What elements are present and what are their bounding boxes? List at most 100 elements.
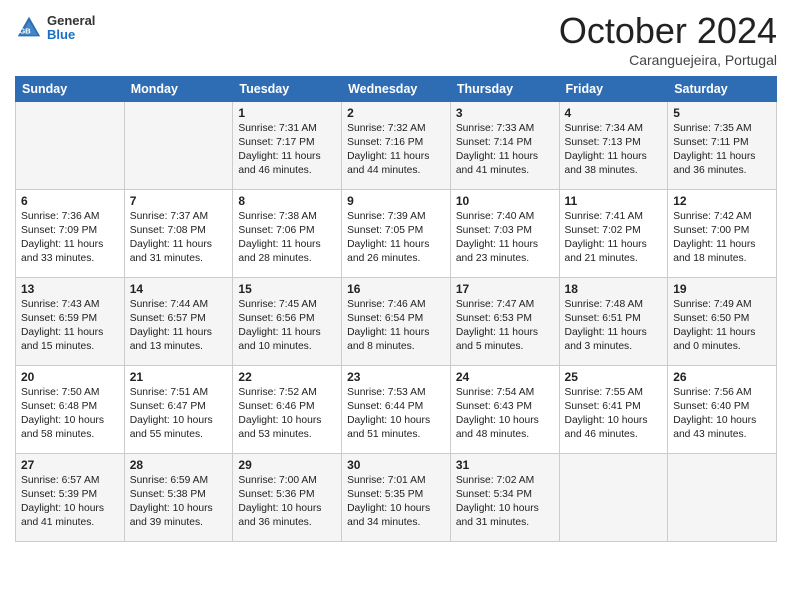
day-detail: Sunrise: 7:00 AMSunset: 5:36 PMDaylight:…	[238, 474, 336, 530]
calendar-cell: 9Sunrise: 7:39 AMSunset: 7:05 PMDaylight…	[342, 190, 451, 278]
day-number: 18	[565, 282, 663, 296]
calendar-cell: 12Sunrise: 7:42 AMSunset: 7:00 PMDayligh…	[668, 190, 777, 278]
calendar-cell: 8 Sunrise: 7:38 AMSunset: 7:06 PMDaylight…	[233, 190, 342, 278]
day-number: 5	[673, 106, 771, 120]
calendar-cell: 21 Sunrise: 7:51 AMSunset: 6:47 PMDayligh…	[124, 366, 233, 454]
col-thursday: Thursday	[450, 77, 559, 102]
calendar-page: GB General Blue October 2024 Caranguejei…	[0, 0, 792, 612]
calendar-week-4: 20 Sunrise: 7:50 AMSunset: 6:48 PMDayligh…	[16, 366, 777, 454]
calendar-cell: 10Sunrise: 7:40 AMSunset: 7:03 PMDayligh…	[450, 190, 559, 278]
day-detail: Sunrise: 6:59 AMSunset: 5:38 PMDaylight:…	[130, 474, 228, 530]
month-title: October 2024	[559, 10, 777, 52]
day-detail: Sunrise: 7:43 AMSunset: 6:59 PMDaylight:…	[21, 298, 119, 354]
header-row: Sunday Monday Tuesday Wednesday Thursday…	[16, 77, 777, 102]
calendar-cell: 14 Sunrise: 7:44 AMSunset: 6:57 PMDayligh…	[124, 278, 233, 366]
calendar-cell: 31 Sunrise: 7:02 AMSunset: 5:34 PMDayligh…	[450, 454, 559, 542]
calendar-cell: 28Sunrise: 6:59 AMSunset: 5:38 PMDayligh…	[124, 454, 233, 542]
day-number: 22	[238, 370, 336, 384]
calendar-cell: 18 Sunrise: 7:48 AMSunset: 6:51 PMDayligh…	[559, 278, 668, 366]
day-number: 1	[238, 106, 336, 120]
day-detail: Sunrise: 7:51 AMSunset: 6:47 PMDaylight:…	[130, 386, 228, 442]
day-number: 16	[347, 282, 445, 296]
day-detail: Sunrise: 7:44 AMSunset: 6:57 PMDaylight:…	[130, 298, 228, 354]
day-number: 15	[238, 282, 336, 296]
day-detail: Sunrise: 7:37 AMSunset: 7:08 PMDaylight:…	[130, 210, 228, 266]
day-number: 25	[565, 370, 663, 384]
col-friday: Friday	[559, 77, 668, 102]
logo-blue: Blue	[47, 28, 95, 42]
day-number: 14	[130, 282, 228, 296]
location-subtitle: Caranguejeira, Portugal	[559, 52, 777, 68]
calendar-cell: 5Sunrise: 7:35 AMSunset: 7:11 PMDaylight…	[668, 102, 777, 190]
day-detail: Sunrise: 7:38 AMSunset: 7:06 PMDaylight:…	[238, 210, 336, 266]
logo: GB General Blue	[15, 14, 95, 43]
calendar-week-2: 6Sunrise: 7:36 AMSunset: 7:09 PMDaylight…	[16, 190, 777, 278]
calendar-cell	[559, 454, 668, 542]
calendar-cell: 29 Sunrise: 7:00 AMSunset: 5:36 PMDayligh…	[233, 454, 342, 542]
day-number: 8	[238, 194, 336, 208]
header: GB General Blue October 2024 Caranguejei…	[15, 10, 777, 68]
title-section: October 2024 Caranguejeira, Portugal	[559, 10, 777, 68]
calendar-cell	[16, 102, 125, 190]
day-number: 2	[347, 106, 445, 120]
day-detail: Sunrise: 7:46 AMSunset: 6:54 PMDaylight:…	[347, 298, 445, 354]
calendar-cell	[124, 102, 233, 190]
col-wednesday: Wednesday	[342, 77, 451, 102]
calendar-cell: 17Sunrise: 7:47 AMSunset: 6:53 PMDayligh…	[450, 278, 559, 366]
day-detail: Sunrise: 7:31 AMSunset: 7:17 PMDaylight:…	[238, 122, 336, 178]
day-number: 20	[21, 370, 119, 384]
day-detail: Sunrise: 7:02 AMSunset: 5:34 PMDaylight:…	[456, 474, 554, 530]
day-number: 3	[456, 106, 554, 120]
day-number: 21	[130, 370, 228, 384]
day-number: 13	[21, 282, 119, 296]
day-number: 29	[238, 458, 336, 472]
day-number: 31	[456, 458, 554, 472]
calendar-cell: 4Sunrise: 7:34 AMSunset: 7:13 PMDaylight…	[559, 102, 668, 190]
logo-icon: GB	[15, 14, 43, 42]
day-number: 23	[347, 370, 445, 384]
day-detail: Sunrise: 7:49 AMSunset: 6:50 PMDaylight:…	[673, 298, 771, 354]
calendar-cell: 15 Sunrise: 7:45 AMSunset: 6:56 PMDayligh…	[233, 278, 342, 366]
day-detail: Sunrise: 7:53 AMSunset: 6:44 PMDaylight:…	[347, 386, 445, 442]
day-detail: Sunrise: 7:54 AMSunset: 6:43 PMDaylight:…	[456, 386, 554, 442]
calendar-cell: 16 Sunrise: 7:46 AMSunset: 6:54 PMDayligh…	[342, 278, 451, 366]
day-detail: Sunrise: 7:33 AMSunset: 7:14 PMDaylight:…	[456, 122, 554, 178]
calendar-cell: 3 Sunrise: 7:33 AMSunset: 7:14 PMDaylight…	[450, 102, 559, 190]
day-detail: Sunrise: 7:55 AMSunset: 6:41 PMDaylight:…	[565, 386, 663, 442]
calendar-table: Sunday Monday Tuesday Wednesday Thursday…	[15, 76, 777, 542]
day-detail: Sunrise: 7:48 AMSunset: 6:51 PMDaylight:…	[565, 298, 663, 354]
day-detail: Sunrise: 7:56 AMSunset: 6:40 PMDaylight:…	[673, 386, 771, 442]
calendar-cell: 22 Sunrise: 7:52 AMSunset: 6:46 PMDayligh…	[233, 366, 342, 454]
day-number: 7	[130, 194, 228, 208]
col-tuesday: Tuesday	[233, 77, 342, 102]
calendar-week-5: 27Sunrise: 6:57 AMSunset: 5:39 PMDayligh…	[16, 454, 777, 542]
svg-text:GB: GB	[19, 27, 31, 36]
day-detail: Sunrise: 7:52 AMSunset: 6:46 PMDaylight:…	[238, 386, 336, 442]
day-number: 11	[565, 194, 663, 208]
day-number: 30	[347, 458, 445, 472]
col-sunday: Sunday	[16, 77, 125, 102]
calendar-week-1: 1 Sunrise: 7:31 AMSunset: 7:17 PMDaylight…	[16, 102, 777, 190]
day-detail: Sunrise: 7:32 AMSunset: 7:16 PMDaylight:…	[347, 122, 445, 178]
calendar-cell: 20 Sunrise: 7:50 AMSunset: 6:48 PMDayligh…	[16, 366, 125, 454]
calendar-cell	[668, 454, 777, 542]
calendar-cell: 19Sunrise: 7:49 AMSunset: 6:50 PMDayligh…	[668, 278, 777, 366]
calendar-cell: 2 Sunrise: 7:32 AMSunset: 7:16 PMDaylight…	[342, 102, 451, 190]
calendar-cell: 27Sunrise: 6:57 AMSunset: 5:39 PMDayligh…	[16, 454, 125, 542]
calendar-cell: 26Sunrise: 7:56 AMSunset: 6:40 PMDayligh…	[668, 366, 777, 454]
day-detail: Sunrise: 7:34 AMSunset: 7:13 PMDaylight:…	[565, 122, 663, 178]
logo-general: General	[47, 14, 95, 28]
day-detail: Sunrise: 7:50 AMSunset: 6:48 PMDaylight:…	[21, 386, 119, 442]
day-number: 24	[456, 370, 554, 384]
day-detail: Sunrise: 6:57 AMSunset: 5:39 PMDaylight:…	[21, 474, 119, 530]
col-saturday: Saturday	[668, 77, 777, 102]
calendar-cell: 24 Sunrise: 7:54 AMSunset: 6:43 PMDayligh…	[450, 366, 559, 454]
day-detail: Sunrise: 7:01 AMSunset: 5:35 PMDaylight:…	[347, 474, 445, 530]
calendar-cell: 30 Sunrise: 7:01 AMSunset: 5:35 PMDayligh…	[342, 454, 451, 542]
day-detail: Sunrise: 7:47 AMSunset: 6:53 PMDaylight:…	[456, 298, 554, 354]
calendar-cell: 6Sunrise: 7:36 AMSunset: 7:09 PMDaylight…	[16, 190, 125, 278]
day-detail: Sunrise: 7:45 AMSunset: 6:56 PMDaylight:…	[238, 298, 336, 354]
day-detail: Sunrise: 7:42 AMSunset: 7:00 PMDaylight:…	[673, 210, 771, 266]
calendar-cell: 23 Sunrise: 7:53 AMSunset: 6:44 PMDayligh…	[342, 366, 451, 454]
col-monday: Monday	[124, 77, 233, 102]
